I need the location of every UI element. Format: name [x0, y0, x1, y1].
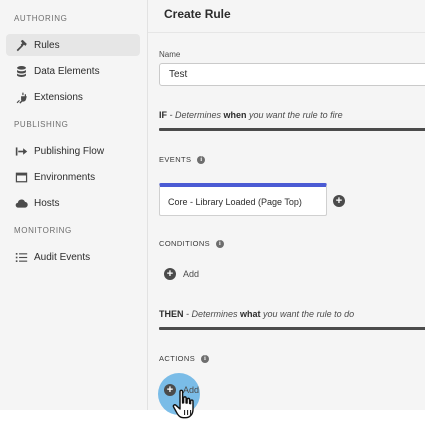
- event-card[interactable]: Core - Library Loaded (Page Top): [159, 183, 327, 216]
- sidebar-item-label: Hosts: [34, 197, 60, 209]
- conditions-label: CONDITIONS i: [159, 239, 225, 248]
- sidebar-item-data-elements[interactable]: Data Elements: [6, 60, 140, 82]
- sidebar-item-label: Publishing Flow: [34, 145, 105, 157]
- page-title: Create Rule: [164, 7, 231, 21]
- actions-label: ACTIONS i: [159, 354, 210, 363]
- bottom-strip: [0, 410, 425, 430]
- name-label: Name: [159, 50, 181, 59]
- info-icon[interactable]: i: [201, 354, 210, 363]
- if-description-emphasis: when: [223, 110, 247, 120]
- section-heading-publishing: PUBLISHING: [14, 120, 69, 129]
- sidebar-item-label: Audit Events: [34, 251, 91, 263]
- actions-label-text: ACTIONS: [159, 354, 196, 363]
- header-bar: Create Rule: [148, 0, 425, 33]
- sidebar-item-label: Extensions: [34, 91, 83, 103]
- publish-flow-icon: [15, 145, 28, 158]
- add-condition-button[interactable]: + Add: [164, 268, 199, 280]
- if-keyword: IF: [159, 110, 167, 120]
- sidebar-item-publishing-flow[interactable]: Publishing Flow: [6, 140, 140, 162]
- add-condition-label: Add: [183, 269, 200, 279]
- sidebar-item-extensions[interactable]: Extensions: [6, 86, 140, 108]
- events-label-text: EVENTS: [159, 155, 192, 164]
- sidebar-item-audit-events[interactable]: Audit Events: [6, 246, 140, 268]
- sidebar-item-label: Environments: [34, 171, 96, 183]
- then-divider: [159, 327, 425, 330]
- sidebar-item-label: Rules: [34, 39, 60, 51]
- then-description-emphasis: what: [240, 309, 261, 319]
- name-field[interactable]: [159, 63, 425, 86]
- window-icon: [15, 171, 28, 184]
- sidebar: AUTHORING Rules Data Elements Extensions…: [0, 0, 148, 410]
- events-label: EVENTS i: [159, 155, 206, 164]
- section-heading-authoring: AUTHORING: [14, 14, 68, 23]
- info-icon[interactable]: i: [197, 155, 206, 164]
- if-description-suffix: you want the rule to fire: [246, 110, 343, 120]
- plug-icon: [15, 91, 28, 104]
- rule-editor: Create Rule Name IF - Determines when yo…: [148, 0, 425, 410]
- sidebar-item-label: Data Elements: [34, 65, 100, 77]
- sidebar-item-hosts[interactable]: Hosts: [6, 192, 140, 214]
- then-keyword: THEN: [159, 309, 184, 319]
- conditions-label-text: CONDITIONS: [159, 239, 211, 248]
- sidebar-item-rules[interactable]: Rules: [6, 34, 140, 56]
- then-description-suffix: you want the rule to do: [260, 309, 355, 319]
- add-event-icon[interactable]: +: [333, 195, 345, 207]
- if-divider: [159, 128, 425, 131]
- section-heading-monitoring: MONITORING: [14, 226, 72, 235]
- cloud-icon: [15, 197, 28, 210]
- hammer-icon: [15, 39, 28, 52]
- if-heading: IF - Determines when you want the rule t…: [159, 110, 343, 120]
- hand-cursor-icon: [172, 389, 194, 419]
- sidebar-item-environments[interactable]: Environments: [6, 166, 140, 188]
- then-heading: THEN - Determines what you want the rule…: [159, 309, 354, 319]
- add-circle-icon: +: [164, 268, 176, 280]
- if-description-prefix: - Determines: [167, 110, 224, 120]
- database-icon: [15, 65, 28, 78]
- list-icon: [15, 251, 28, 264]
- info-icon[interactable]: i: [216, 239, 225, 248]
- then-description-prefix: - Determines: [183, 309, 241, 319]
